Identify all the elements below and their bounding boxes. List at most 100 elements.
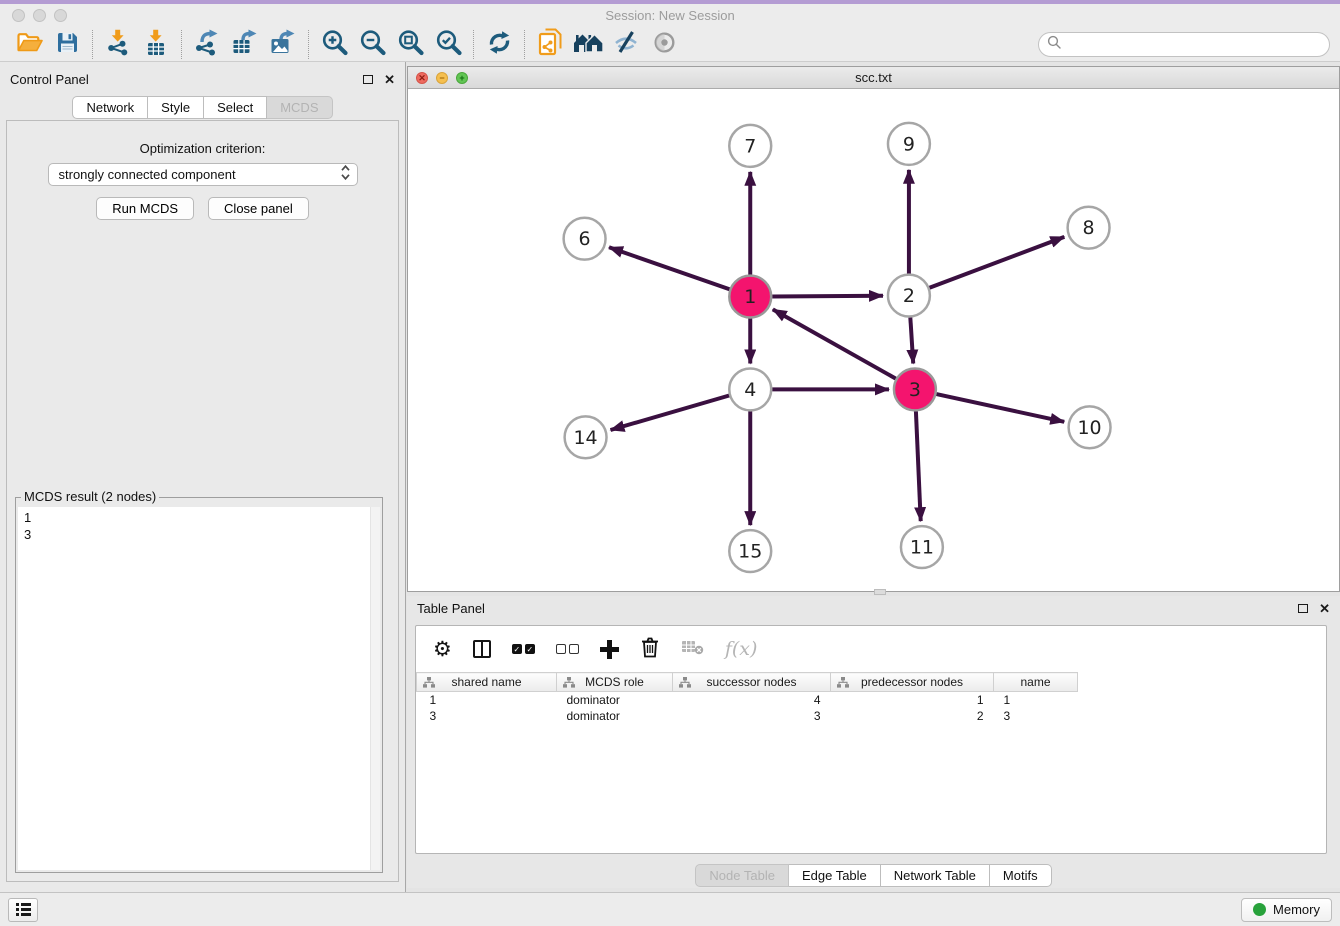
graph-node-7[interactable] — [729, 125, 771, 167]
export-table-button[interactable] — [226, 29, 264, 61]
float-panel-icon[interactable] — [1298, 604, 1308, 613]
run-mcds-button[interactable]: Run MCDS — [96, 197, 194, 220]
search-field[interactable] — [1038, 32, 1330, 57]
tab-select[interactable]: Select — [204, 96, 267, 119]
graph-edge-4-14[interactable] — [611, 395, 730, 430]
table-cell[interactable]: 1 — [417, 692, 557, 708]
table-row[interactable]: 1dominator411 — [417, 692, 1078, 708]
column-header-shared-name[interactable]: shared name — [417, 673, 557, 692]
zoom-fit-button[interactable] — [391, 29, 429, 61]
column-header-MCDS-role[interactable]: MCDS role — [557, 673, 673, 692]
table-cell[interactable]: 3 — [417, 708, 557, 724]
refresh-layout-button[interactable] — [480, 29, 518, 61]
graph-edge-2-3[interactable] — [910, 318, 913, 364]
table-toolbar: ⚙ ✓✓ f(x) — [416, 626, 1326, 672]
task-history-button[interactable] — [8, 898, 38, 922]
float-panel-icon[interactable] — [363, 75, 373, 84]
add-row-button[interactable] — [600, 640, 619, 659]
tab-style[interactable]: Style — [148, 96, 204, 119]
table-panel-tabs: Node TableEdge TableNetwork TableMotifs — [407, 864, 1340, 887]
network-canvas[interactable]: 7968124314101511 — [408, 89, 1339, 591]
graph-node-4[interactable] — [729, 368, 771, 410]
export-network-button[interactable] — [188, 29, 226, 61]
column-layout-button[interactable] — [473, 640, 491, 658]
graph-edge-3-10[interactable] — [936, 394, 1064, 422]
graph-node-1[interactable] — [729, 276, 771, 318]
table-cell[interactable]: 1 — [831, 692, 994, 708]
column-header-predecessor-nodes[interactable]: predecessor nodes — [831, 673, 994, 692]
table-cell[interactable]: 4 — [673, 692, 831, 708]
save-session-button[interactable] — [48, 29, 86, 61]
graph-node-11[interactable] — [901, 526, 943, 568]
zoom-selected-icon — [434, 28, 463, 62]
tab-network[interactable]: Network — [72, 96, 148, 119]
graph-node-6[interactable] — [564, 218, 606, 260]
clone-network-button[interactable] — [531, 29, 569, 61]
deselect-all-button[interactable] — [556, 644, 579, 654]
memory-button[interactable]: Memory — [1241, 898, 1332, 922]
memory-status-dot — [1253, 903, 1266, 916]
zoom-selected-button[interactable] — [429, 29, 467, 61]
tab-node-table[interactable]: Node Table — [695, 864, 789, 887]
mcds-result-group: MCDS result (2 nodes) 1 3 — [15, 497, 383, 873]
table-cell[interactable]: dominator — [557, 692, 673, 708]
graph-node-2[interactable] — [888, 275, 930, 317]
tab-motifs[interactable]: Motifs — [990, 864, 1052, 887]
home-button[interactable] — [569, 29, 607, 61]
graph-node-8[interactable] — [1068, 207, 1110, 249]
graph-edge-1-2[interactable] — [772, 296, 883, 297]
zoom-out-button[interactable] — [353, 29, 391, 61]
graph-node-9[interactable] — [888, 123, 930, 165]
graph-edge-3-1[interactable] — [773, 309, 896, 378]
graph-node-3[interactable] — [894, 368, 936, 410]
export-image-button[interactable] — [264, 29, 302, 61]
graph-node-10[interactable] — [1069, 406, 1111, 448]
close-panel-icon[interactable]: ✕ — [1319, 602, 1330, 615]
column-header-name[interactable]: name — [994, 673, 1078, 692]
table-cell[interactable]: dominator — [557, 708, 673, 724]
graph-edge-2-8[interactable] — [929, 237, 1064, 288]
graph-node-15[interactable] — [729, 530, 771, 572]
tab-mcds[interactable]: MCDS — [267, 96, 332, 119]
table-cell[interactable]: 3 — [673, 708, 831, 724]
toolbar-separator — [473, 30, 474, 59]
column-header-successor-nodes[interactable]: successor nodes — [673, 673, 831, 692]
trash-icon — [640, 645, 660, 662]
hide-graphics-button[interactable] — [607, 29, 645, 61]
close-panel-button[interactable]: Close panel — [208, 197, 309, 220]
status-bar: Memory — [0, 892, 1340, 926]
search-icon — [1047, 35, 1061, 54]
optimization-criterion-select[interactable]: strongly connected component — [48, 163, 358, 186]
open-session-button[interactable] — [10, 29, 48, 61]
select-all-button[interactable]: ✓✓ — [512, 644, 535, 654]
table-cell[interactable]: 2 — [831, 708, 994, 724]
graph-node-14[interactable] — [565, 416, 607, 458]
tab-network-table[interactable]: Network Table — [881, 864, 990, 887]
zoom-in-button[interactable] — [315, 29, 353, 61]
close-panel-icon[interactable]: ✕ — [384, 73, 395, 86]
import-network-button[interactable] — [99, 29, 137, 61]
column-tree-icon — [423, 677, 435, 691]
table-cell[interactable]: 3 — [994, 708, 1078, 724]
import-table-button[interactable] — [137, 29, 175, 61]
tab-edge-table[interactable]: Edge Table — [789, 864, 881, 887]
column-tree-icon — [837, 677, 849, 691]
table-cell[interactable]: 1 — [994, 692, 1078, 708]
table-row[interactable]: 3dominator323 — [417, 708, 1078, 724]
right-area: ✕ − + scc.txt 7968124314101511 Table Pan… — [407, 62, 1340, 892]
delete-row-button[interactable] — [640, 636, 660, 663]
node-table: shared nameMCDS rolesuccessor nodesprede… — [416, 672, 1078, 724]
table-panel-header: Table Panel ✕ — [407, 596, 1340, 620]
splitter-grip[interactable] — [874, 589, 886, 595]
mcds-result-text[interactable]: 1 3 — [18, 507, 370, 870]
table-settings-button[interactable]: ⚙ — [433, 639, 452, 660]
control-panel-header: Control Panel ✕ — [0, 67, 405, 91]
network-window-titlebar[interactable]: ✕ − + scc.txt — [408, 67, 1339, 89]
graph-edge-1-6[interactable] — [609, 247, 729, 289]
search-input[interactable] — [1067, 37, 1321, 52]
network-graph[interactable]: 7968124314101511 — [408, 89, 1339, 591]
result-scrollbar[interactable] — [370, 507, 380, 870]
unchecked-box-icon — [556, 644, 566, 654]
mcds-result-title: MCDS result (2 nodes) — [21, 489, 159, 504]
graph-edge-3-11[interactable] — [916, 411, 921, 521]
